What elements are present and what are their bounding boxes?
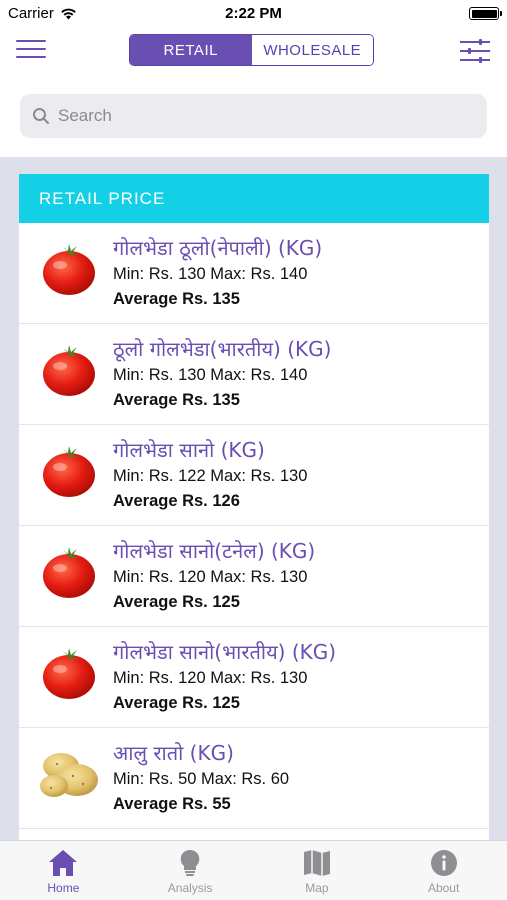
tomato-icon	[43, 345, 95, 396]
item-average: Average Rs. 135	[113, 290, 240, 308]
status-time: 2:22 PM	[225, 5, 282, 22]
list-item[interactable]: आलु रातो (KG) Min: Rs. 50 Max: Rs. 60 Av…	[19, 728, 489, 829]
tab-label: About	[427, 881, 460, 895]
item-name: आलु रातो (KG)	[113, 741, 234, 765]
search-icon	[33, 108, 49, 124]
segment-retail[interactable]: RETAIL	[130, 35, 252, 65]
status-bar: Carrier 2:22 PM	[0, 0, 507, 28]
menu-icon[interactable]	[16, 40, 46, 62]
tab-bar: Home Analysis Map About	[0, 840, 507, 900]
tab-label: Map	[305, 881, 329, 895]
content-area: RETAIL PRICE गोलभेडा ठूलो(नेपाली) (KG) M…	[0, 157, 507, 840]
filter-sliders-icon[interactable]	[460, 38, 490, 64]
item-name: ठूलो गोलभेडा(भारतीय) (KG)	[113, 337, 332, 361]
item-minmax: Min: Rs. 122 Max: Rs. 130	[113, 467, 308, 485]
item-name: गोलभेडा सानो(टनेल) (KG)	[113, 539, 316, 563]
potato-icon	[40, 753, 98, 797]
tomato-icon	[43, 244, 95, 295]
tab-analysis[interactable]: Analysis	[127, 841, 254, 900]
tab-map[interactable]: Map	[254, 841, 381, 900]
segment-wholesale[interactable]: WHOLESALE	[251, 35, 373, 65]
item-minmax: Min: Rs. 130 Max: Rs. 140	[113, 366, 308, 384]
item-average: Average Rs. 125	[113, 593, 240, 611]
item-average: Average Rs. 55	[113, 795, 231, 813]
tomato-icon	[43, 547, 95, 598]
item-average: Average Rs. 126	[113, 492, 240, 510]
tomato-icon	[43, 446, 95, 497]
item-average: Average Rs. 125	[113, 694, 240, 712]
list-item[interactable]: ठूलो गोलभेडा(भारतीय) (KG) Min: Rs. 130 M…	[19, 324, 489, 425]
home-icon	[49, 850, 78, 876]
tab-label: Analysis	[167, 881, 213, 895]
list-item[interactable]: गोलभेडा सानो(भारतीय) (KG) Min: Rs. 120 M…	[19, 627, 489, 728]
tab-label: Home	[47, 881, 80, 895]
item-average: Average Rs. 135	[113, 391, 240, 409]
map-icon	[303, 850, 330, 876]
item-minmax: Min: Rs. 120 Max: Rs. 130	[113, 669, 308, 687]
tab-about[interactable]: About	[380, 841, 507, 900]
tomato-icon	[43, 648, 95, 699]
item-name: गोलभेडा सानो (KG)	[113, 438, 265, 462]
tab-home[interactable]: Home	[0, 841, 127, 900]
info-icon	[430, 850, 457, 876]
list-item[interactable]: गोलभेडा सानो(टनेल) (KG) Min: Rs. 120 Max…	[19, 526, 489, 627]
price-card: RETAIL PRICE गोलभेडा ठूलो(नेपाली) (KG) M…	[19, 174, 489, 840]
item-minmax: Min: Rs. 130 Max: Rs. 140	[113, 265, 308, 283]
item-minmax: Min: Rs. 50 Max: Rs. 60	[113, 770, 290, 788]
section-header: RETAIL PRICE	[19, 174, 489, 223]
battery-icon	[469, 7, 502, 20]
item-minmax: Min: Rs. 120 Max: Rs. 130	[113, 568, 308, 586]
lightbulb-icon	[180, 849, 200, 876]
item-name: गोलभेडा ठूलो(नेपाली) (KG)	[113, 236, 323, 260]
search-input[interactable]	[58, 106, 458, 126]
segmented-control: RETAIL WHOLESALE	[129, 34, 374, 66]
search-bar	[20, 94, 487, 138]
item-name: गोलभेडा सानो(भारतीय) (KG)	[113, 640, 337, 664]
list-item[interactable]: गोलभेडा ठूलो(नेपाली) (KG) Min: Rs. 130 M…	[19, 223, 489, 324]
list-item[interactable]: गोलभेडा सानो (KG) Min: Rs. 122 Max: Rs. …	[19, 425, 489, 526]
navbar: RETAIL WHOLESALE	[0, 28, 507, 76]
